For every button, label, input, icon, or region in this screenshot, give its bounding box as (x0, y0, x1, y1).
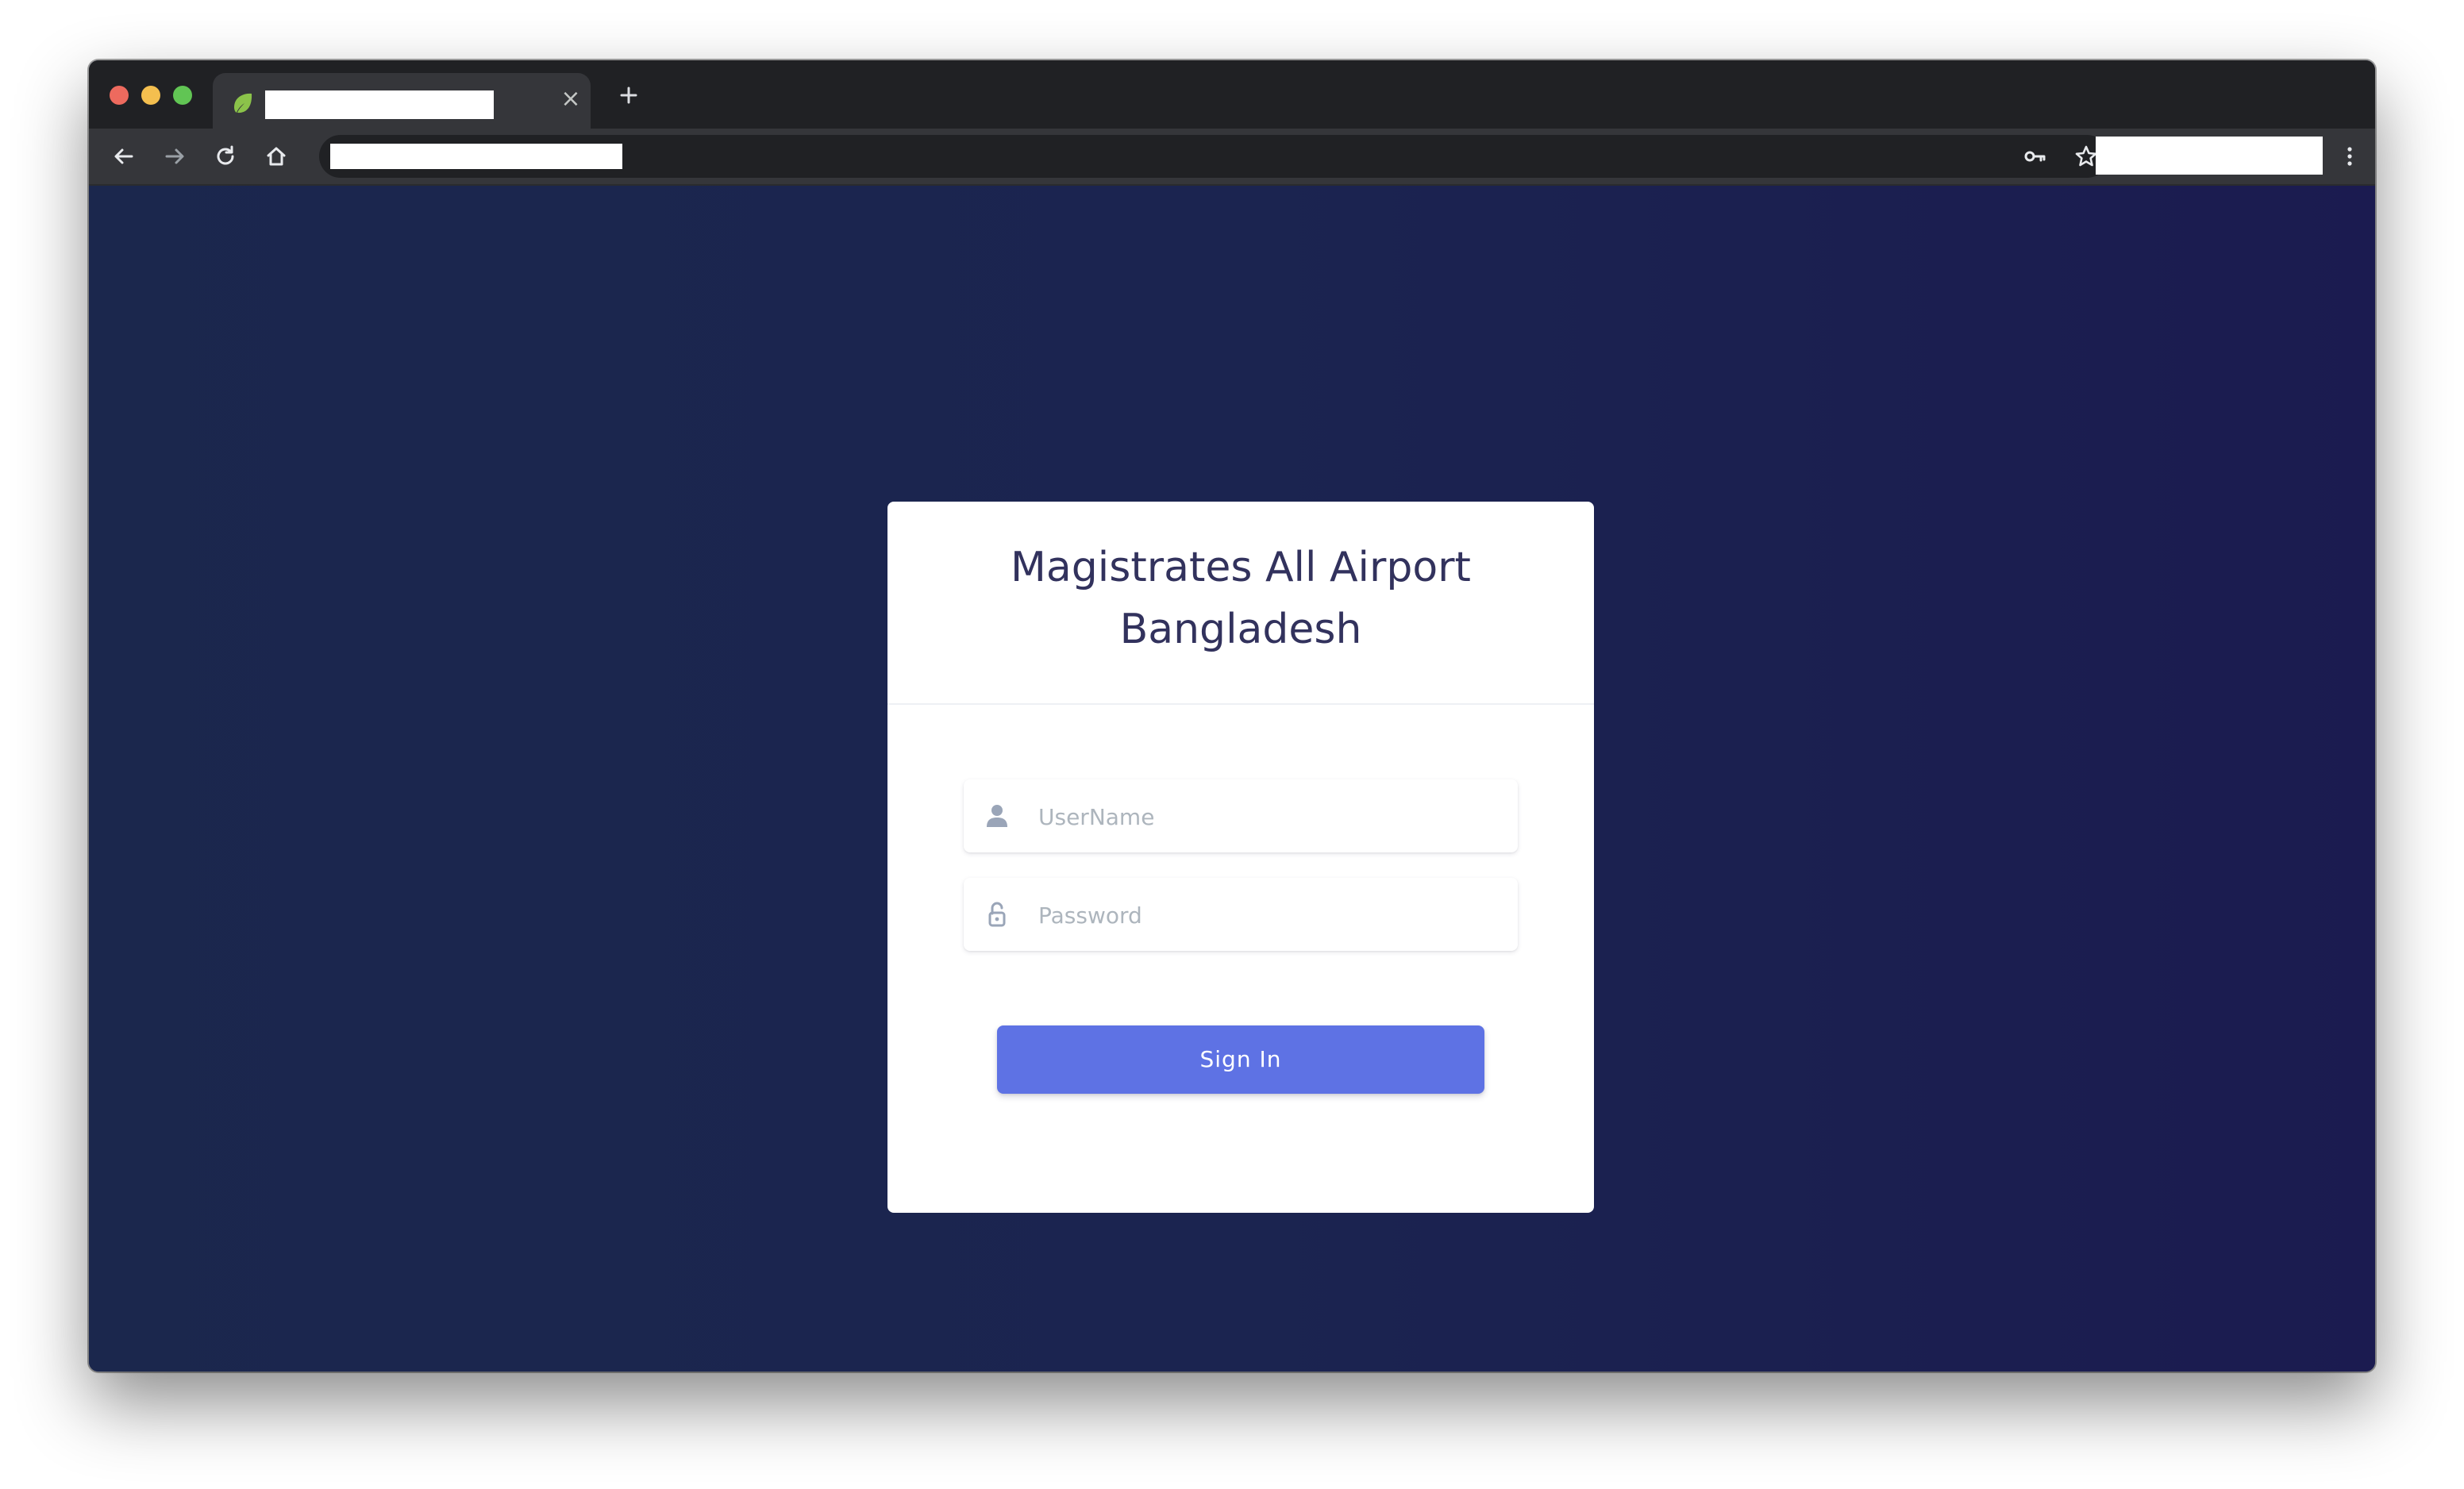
login-card: Magistrates All Airport Bangladesh UserN… (887, 502, 1594, 1213)
user-icon (983, 802, 1011, 830)
page-background: Magistrates All Airport Bangladesh UserN… (89, 186, 2375, 1372)
profile-button-redacted[interactable] (2096, 137, 2323, 175)
username-field[interactable] (964, 779, 1518, 852)
key-icon[interactable] (2019, 140, 2051, 172)
browser-toolbar (89, 129, 2375, 186)
password-field[interactable] (964, 878, 1518, 951)
tab-strip: × (89, 60, 2375, 129)
tab-title-redacted (265, 90, 494, 119)
password-input[interactable] (1037, 892, 1500, 938)
address-bar[interactable] (319, 135, 2108, 178)
url-text-redacted (330, 144, 622, 169)
username-input[interactable] (1037, 794, 1500, 840)
home-icon[interactable] (260, 140, 292, 172)
plus-icon[interactable] (613, 79, 645, 111)
page-title: Magistrates All Airport Bangladesh (1011, 544, 1471, 653)
screenshot-stage: × Magistrates All Airport Bangladesh Use… (0, 0, 2464, 1489)
unlock-icon (983, 900, 1011, 929)
browser-tab[interactable]: × (213, 73, 591, 129)
arrow-left-icon[interactable] (108, 140, 140, 172)
reload-icon[interactable] (210, 140, 241, 172)
close-icon[interactable]: × (559, 87, 583, 111)
spring-leaf-icon (230, 90, 256, 116)
login-card-header: Magistrates All Airport Bangladesh (887, 502, 1594, 705)
minimize-window-button[interactable] (141, 86, 160, 105)
close-window-button[interactable] (110, 86, 129, 105)
sign-in-button[interactable]: Sign In (997, 1025, 1484, 1094)
kebab-menu-icon[interactable] (2334, 140, 2366, 172)
browser-window: × Magistrates All Airport Bangladesh Use… (89, 60, 2375, 1372)
maximize-window-button[interactable] (173, 86, 192, 105)
arrow-right-icon[interactable] (159, 140, 191, 172)
